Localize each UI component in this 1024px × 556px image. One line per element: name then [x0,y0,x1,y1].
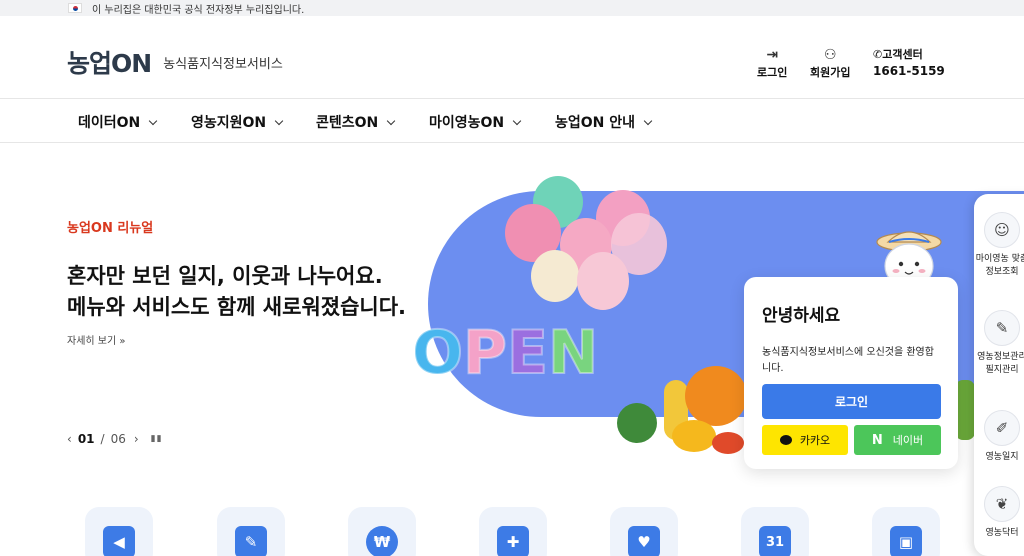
customer-center-phone: 1661-5159 [873,64,945,78]
chevron-down-icon [512,116,522,125]
sprout-icon: ❦ [984,486,1020,522]
open-letter: N [547,317,599,389]
vegetable-image [955,380,975,440]
chevron-down-icon [643,116,653,125]
nav-item-my-farming-on[interactable]: 마이영농ON [429,112,522,132]
pause-button[interactable]: ▮▮ [151,434,163,444]
hero-title-line: 메뉴와 서비스도 함께 새로워졌습니다. [67,295,407,319]
customer-center-label: ✆고객센터 [873,48,923,61]
pencil-icon: ✐ [984,410,1020,446]
main-nav: 데이터ON 영농지원ON 콘텐츠ON 마이영농ON 농업ON 안내 [0,99,1024,143]
nav-item-label: 콘텐츠ON [316,115,379,131]
prev-slide-button[interactable]: ‹ [67,432,72,446]
current-slide: 01 [77,432,95,446]
calendar-icon: 31 [759,526,791,556]
nav-item-farming-support-on[interactable]: 영농지원ON [191,112,284,132]
quick-link[interactable]: ₩ [348,507,416,556]
edit-icon: ✎ [984,310,1020,346]
hero-title-line: 혼자만 보던 일지, 이웃과 나누어요. [67,264,383,288]
megaphone-icon: ◀ [103,526,135,556]
side-item-label: 영농닥터 [985,528,1019,538]
naver-login-button[interactable]: N 네이버 [854,425,941,455]
next-slide-button[interactable]: › [134,432,139,446]
join-label: 회원가입 [810,66,851,79]
pen-icon: ✎ [235,526,267,556]
login-icon: ⇥ [766,47,779,63]
balloon-image [577,252,629,310]
quick-link[interactable]: ▣ [872,507,940,556]
hero-title: 혼자만 보던 일지, 이웃과 나누어요. 메뉴와 서비스도 함께 새로워졌습니다… [67,261,406,323]
customer-center[interactable]: ✆고객센터 1661-5159 [873,46,945,78]
total-slides: 06 [110,432,126,446]
puzzle-icon: ✚ [497,526,529,556]
add-user-icon: ⚇ [823,47,837,63]
pumpkin-image [685,366,747,426]
gov-banner: 이 누리집은 대한민국 공식 전자정부 누리집입니다. [0,0,1024,16]
quick-link[interactable]: ✚ [479,507,547,556]
gov-banner-text: 이 누리집은 대한민국 공식 전자정부 누리집입니다. [92,4,305,16]
nav-item-label: 영농지원ON [191,115,267,131]
kakao-icon [779,435,792,445]
heart-hand-icon: ♥ [628,526,660,556]
korea-flag-icon [68,3,82,13]
slide-pager: ‹ 01 / 06 › ▮▮ [67,432,163,446]
chevron-down-icon [387,116,396,125]
side-item-my-farming[interactable]: ☺ 마이영농 맞춤정보조회 [974,212,1024,279]
hero-more-link[interactable]: 자세히 보기 » [67,332,125,347]
quick-side-panel: ☺ 마이영농 맞춤정보조회 ✎ 영농정보관리 필지관리 ✐ 영농일지 ❦ 영농닥… [974,194,1024,556]
login-label: 로그인 [757,66,788,79]
quick-link[interactable]: ✎ [217,507,285,556]
side-item-label: 영농정보관리 필지관리 [977,352,1024,375]
quick-link[interactable]: 31 [741,507,809,556]
login-card-greeting: 안녕하세요 [762,306,841,326]
money-bag-icon: ₩ [366,526,398,556]
naver-label: 네이버 [892,434,924,447]
login-card: 안녕하세요 농식품지식정보서비스에 오신것을 환영합니다. 로그인 카카오 N … [744,277,958,469]
nav-item-contents-on[interactable]: 콘텐츠ON [316,112,396,132]
site-header: 농업ON 농식품지식정보서비스 ⇥ 로그인 ⚇ 회원가입 ✆고객센터 1661-… [0,16,1024,99]
side-item-farm-info[interactable]: ✎ 영농정보관리 필지관리 [974,310,1024,377]
nav-item-about[interactable]: 농업ON 안내 [555,112,653,132]
slide-separator: / [100,432,105,446]
chevron-down-icon [274,116,284,125]
quick-link[interactable]: ◀ [85,507,153,556]
login-button[interactable]: 로그인 [762,384,941,419]
phone-icon: ✆ [873,48,883,61]
service-name: 농식품지식정보서비스 [163,56,283,72]
kakao-label: 카카오 [799,434,831,447]
login-card-message: 농식품지식정보서비스에 오신것을 환영합니다. [762,347,934,374]
nav-item-label: 농업ON 안내 [555,115,636,131]
broccoli-image [617,403,657,443]
nav-item-data-on[interactable]: 데이터ON [78,112,158,132]
smile-icon: ☺ [984,212,1020,248]
balloon-image [531,250,579,302]
join-link[interactable]: ⚇ 회원가입 [810,46,850,80]
side-item-label: 영농일지 [985,452,1019,462]
side-item-farming-doctor[interactable]: ❦ 영농닥터 [974,486,1024,540]
open-letter: P [462,317,508,389]
nav-item-label: 데이터ON [78,115,141,131]
chevron-down-icon [149,116,158,125]
naver-icon: N [871,432,883,448]
kakao-login-button[interactable]: 카카오 [762,425,848,455]
open-letter: E [506,317,549,389]
quick-link[interactable]: ♥ [610,507,678,556]
open-letter: O [411,317,464,389]
site-logo[interactable]: 농업ON 농식품지식정보서비스 [67,44,283,80]
hero-eyebrow: 농업ON 리뉴얼 [67,221,154,236]
nav-item-label: 마이영농ON [429,115,505,131]
presentation-icon: ▣ [890,526,922,556]
login-link[interactable]: ⇥ 로그인 [757,46,787,80]
side-item-label: 마이영농 맞춤정보조회 [975,254,1024,277]
open-3d-text: O P E N [411,317,599,389]
side-item-farming-diary[interactable]: ✐ 영농일지 [974,410,1024,464]
logo-mark: 농업ON [67,49,152,78]
pepper-image [672,420,716,452]
tomato-image [712,432,744,454]
